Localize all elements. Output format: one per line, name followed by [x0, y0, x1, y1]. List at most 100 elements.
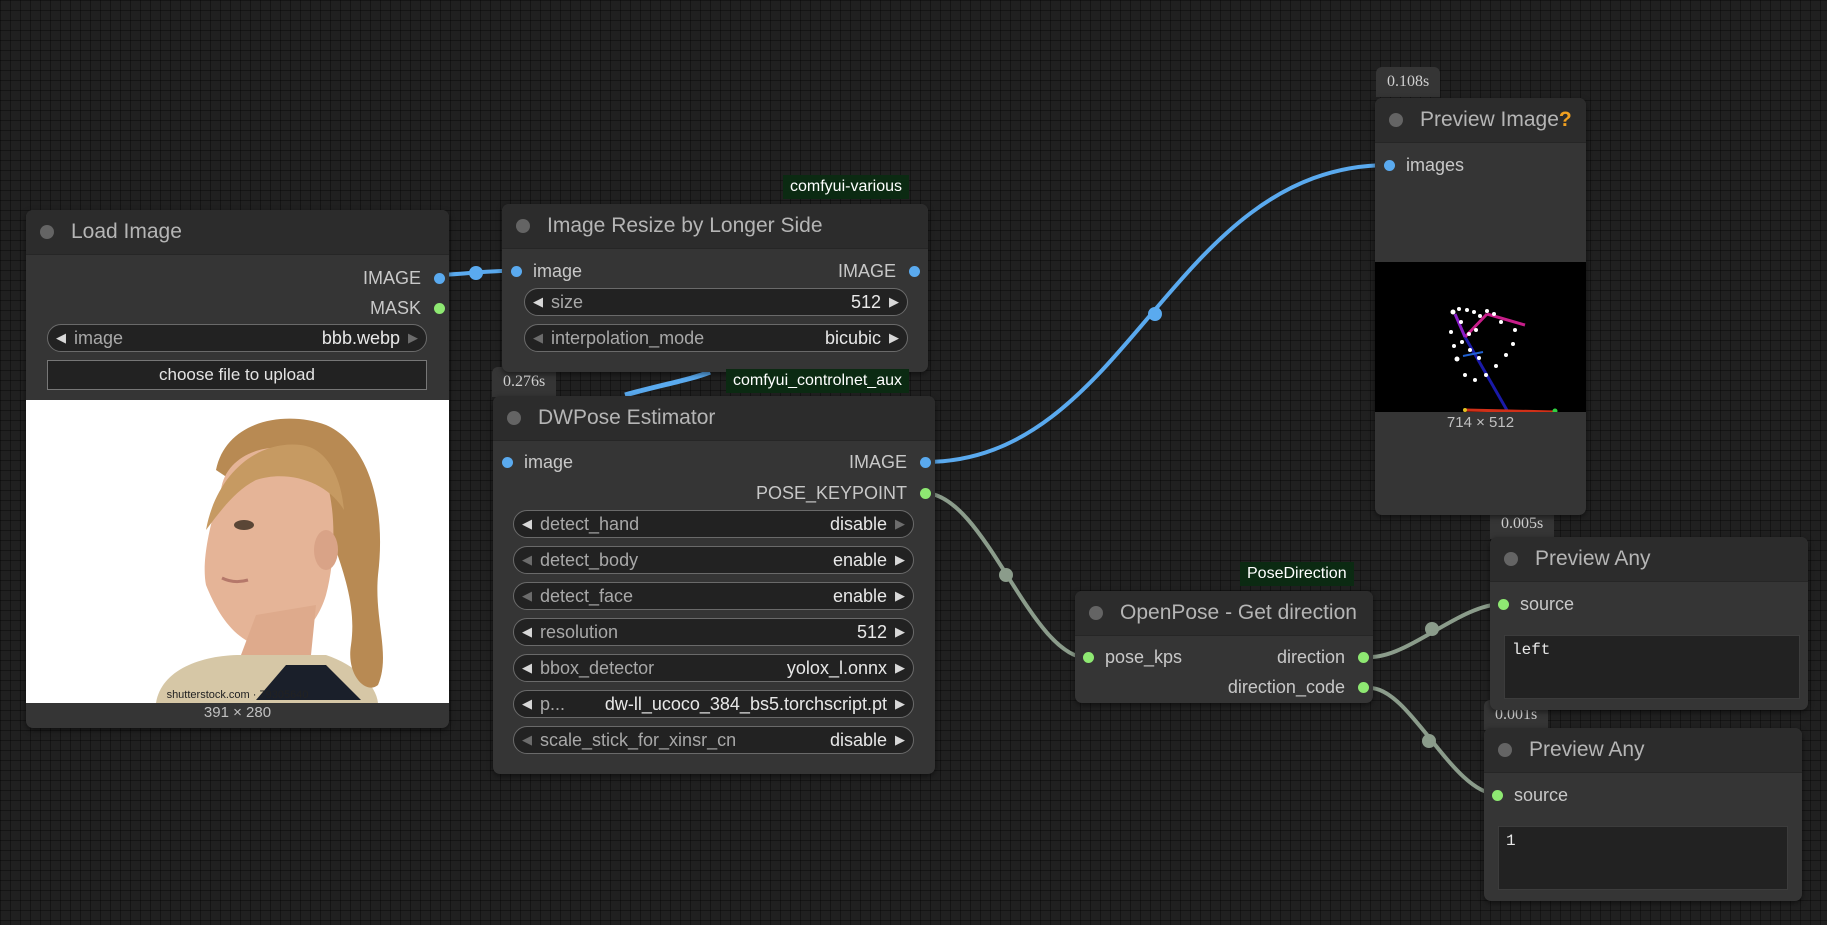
output-port-icon[interactable]: [920, 456, 931, 468]
arrow-right-icon[interactable]: ▶: [887, 660, 913, 676]
node-load-image[interactable]: Load Image IMAGE MASK ◀ image bbb.webp ▶…: [26, 210, 449, 728]
link-midpoint[interactable]: [1422, 734, 1436, 748]
node-preview-any-2[interactable]: Preview Any source 1: [1484, 728, 1802, 901]
input-slot-images[interactable]: images: [1384, 153, 1464, 177]
input-port-icon[interactable]: [511, 265, 522, 277]
number-size[interactable]: ◀ size 512 ▶: [524, 288, 908, 316]
combo-interpolation-mode[interactable]: ◀ interpolation_mode bicubic ▶: [524, 324, 908, 352]
input-slot-source[interactable]: source: [1492, 783, 1568, 807]
arrow-left-icon[interactable]: ◀: [525, 330, 551, 346]
collapse-dot-icon[interactable]: [1389, 113, 1403, 127]
widget-name: scale_stick_for_xinsr_cn: [540, 729, 737, 750]
input-slot-image[interactable]: image: [502, 450, 573, 474]
slot-label: image: [533, 260, 583, 281]
output-slot-direction-code[interactable]: direction_code: [1228, 675, 1369, 699]
node-title[interactable]: Load Image: [26, 210, 449, 255]
image-size-caption: 714 × 512: [1446, 414, 1515, 431]
node-title[interactable]: Preview Any: [1490, 537, 1808, 582]
input-slot-source[interactable]: source: [1498, 592, 1574, 616]
number-resolution[interactable]: ◀ resolution 512 ▶: [513, 618, 914, 646]
input-port-icon[interactable]: [502, 456, 513, 468]
combo-bbox-detector[interactable]: ◀ bbox_detector yolox_l.onnx ▶: [513, 654, 914, 682]
output-slot-mask[interactable]: MASK: [370, 296, 445, 320]
link-midpoint[interactable]: [1425, 622, 1439, 636]
node-preview-image[interactable]: Preview Image? images 714 × 512: [1375, 98, 1586, 515]
node-image-resize[interactable]: Image Resize by Longer Side image IMAGE …: [502, 204, 928, 372]
link-resize-dwpose[interactable]: [624, 369, 711, 398]
input-port-icon[interactable]: [1492, 789, 1503, 801]
arrow-left-icon[interactable]: ◀: [525, 294, 551, 310]
arrow-right-icon[interactable]: ▶: [887, 516, 913, 532]
arrow-left-icon[interactable]: ◀: [514, 624, 540, 640]
input-port-icon[interactable]: [1384, 159, 1395, 171]
combo-detect-face[interactable]: ◀ detect_face enable ▶: [513, 582, 914, 610]
node-title[interactable]: Preview Image?: [1375, 98, 1586, 143]
node-title-text: Preview Any: [1529, 738, 1645, 761]
node-title[interactable]: DWPose Estimator: [493, 396, 935, 441]
arrow-right-icon[interactable]: ▶: [887, 696, 913, 712]
upload-button[interactable]: choose file to upload: [47, 360, 427, 390]
preview-text-output[interactable]: left: [1504, 635, 1800, 699]
combo-scale-stick[interactable]: ◀ scale_stick_for_xinsr_cn disable ▶: [513, 726, 914, 754]
link-midpoint[interactable]: [1148, 307, 1162, 321]
arrow-left-icon[interactable]: ◀: [48, 330, 74, 346]
input-slot-image[interactable]: image: [511, 259, 582, 283]
link-midpoint[interactable]: [999, 568, 1013, 582]
node-dwpose-estimator[interactable]: DWPose Estimator image IMAGE POSE_KEYPOI…: [493, 396, 935, 774]
arrow-right-icon[interactable]: ▶: [887, 552, 913, 568]
node-openpose-get-direction[interactable]: OpenPose - Get direction pose_kps direct…: [1075, 591, 1373, 703]
node-title[interactable]: Preview Any: [1484, 728, 1802, 773]
output-port-icon[interactable]: [1358, 651, 1369, 663]
arrow-right-icon[interactable]: ▶: [887, 732, 913, 748]
node-title[interactable]: OpenPose - Get direction: [1075, 591, 1373, 636]
collapse-dot-icon[interactable]: [507, 411, 521, 425]
output-slot-image[interactable]: IMAGE: [838, 259, 920, 283]
collapse-dot-icon[interactable]: [1089, 606, 1103, 620]
slot-label: direction_code: [1227, 676, 1345, 697]
output-slot-image[interactable]: IMAGE: [849, 450, 931, 474]
widget-name: size: [551, 291, 584, 312]
widget-value: bbb.webp: [321, 327, 400, 348]
node-preview-any-1[interactable]: Preview Any source left: [1490, 537, 1808, 710]
widget-name: detect_body: [540, 549, 639, 570]
arrow-left-icon[interactable]: ◀: [514, 732, 540, 748]
input-port-icon[interactable]: [1498, 598, 1509, 610]
combo-detect-body[interactable]: ◀ detect_body enable ▶: [513, 546, 914, 574]
output-slot-image[interactable]: IMAGE: [363, 266, 445, 290]
combo-detect-hand[interactable]: ◀ detect_hand disable ▶: [513, 510, 914, 538]
arrow-right-icon[interactable]: ▶: [400, 330, 426, 346]
link-midpoint[interactable]: [469, 266, 483, 280]
arrow-left-icon[interactable]: ◀: [514, 696, 540, 712]
arrow-right-icon[interactable]: ▶: [881, 330, 907, 346]
output-port-icon[interactable]: [1358, 681, 1369, 693]
arrow-right-icon[interactable]: ▶: [881, 294, 907, 310]
node-source-badge: comfyui_controlnet_aux: [726, 369, 909, 393]
arrow-right-icon[interactable]: ▶: [887, 588, 913, 604]
combo-pose-estimator[interactable]: ◀ p... dw-ll_ucoco_384_bs5.torchscript.p…: [513, 690, 914, 718]
combo-image[interactable]: ◀ image bbb.webp ▶: [47, 324, 427, 352]
input-slot-pose-kps[interactable]: pose_kps: [1083, 645, 1182, 669]
node-title[interactable]: Image Resize by Longer Side: [502, 204, 928, 249]
arrow-right-icon[interactable]: ▶: [887, 624, 913, 640]
preview-text-output[interactable]: 1: [1498, 826, 1788, 890]
output-port-icon[interactable]: [909, 265, 920, 277]
collapse-dot-icon[interactable]: [516, 219, 530, 233]
collapse-dot-icon[interactable]: [1504, 552, 1518, 566]
arrow-left-icon[interactable]: ◀: [514, 588, 540, 604]
slot-label: pose_kps: [1105, 646, 1183, 667]
arrow-left-icon[interactable]: ◀: [514, 552, 540, 568]
output-port-icon[interactable]: [920, 487, 931, 499]
output-slot-pose-keypoint[interactable]: POSE_KEYPOINT: [756, 481, 931, 505]
arrow-left-icon[interactable]: ◀: [514, 660, 540, 676]
input-port-icon[interactable]: [1083, 651, 1094, 663]
node-title-text: OpenPose - Get direction: [1120, 601, 1357, 624]
output-port-icon[interactable]: [434, 272, 445, 284]
widget-name: resolution: [540, 621, 619, 642]
output-slot-direction[interactable]: direction: [1277, 645, 1369, 669]
collapse-dot-icon[interactable]: [1498, 743, 1512, 757]
collapse-dot-icon[interactable]: [40, 225, 54, 239]
execution-timer: 0.108s: [1376, 67, 1441, 97]
arrow-left-icon[interactable]: ◀: [514, 516, 540, 532]
help-icon[interactable]: ?: [1559, 108, 1572, 132]
output-port-icon[interactable]: [434, 302, 445, 314]
